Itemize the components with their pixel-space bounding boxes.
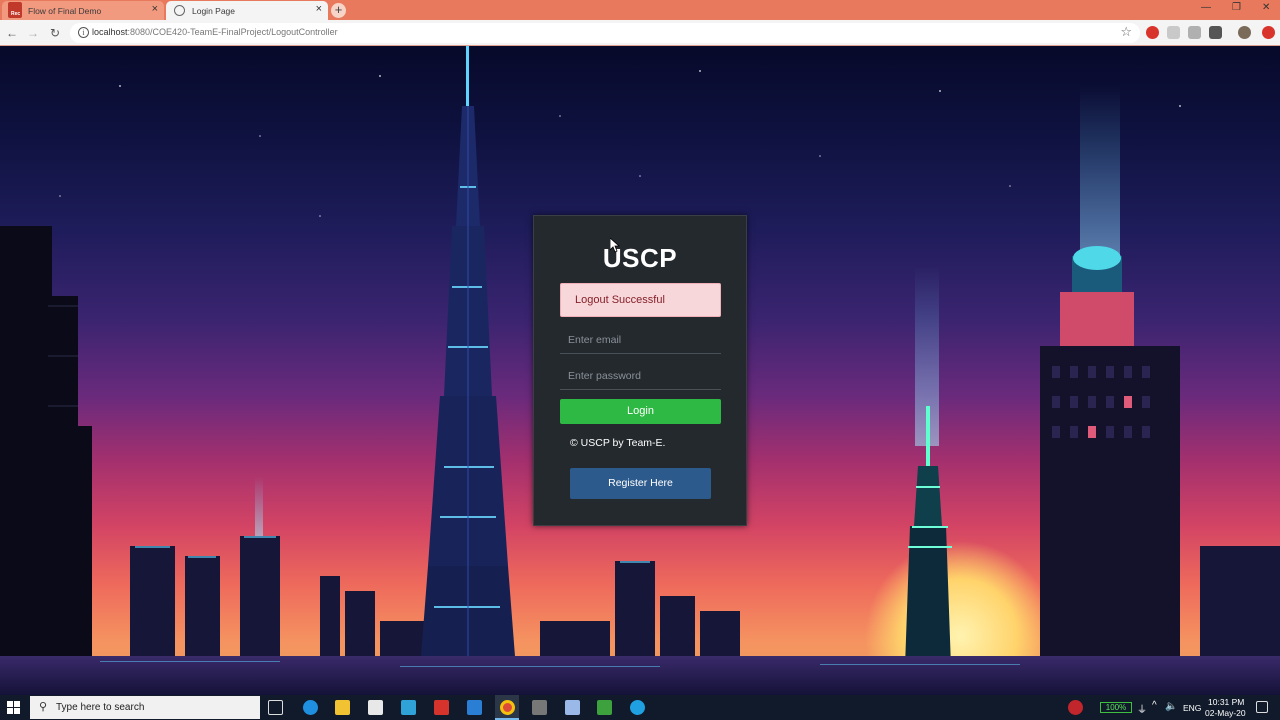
copyright-text: © USCP by Team-E.: [570, 437, 666, 449]
tab-label: Flow of Final Demo: [28, 5, 102, 16]
volume-icon[interactable]: 🔈: [1165, 701, 1177, 712]
windows-start-icon[interactable]: [7, 701, 20, 714]
maximize-icon[interactable]: ❐: [1232, 2, 1241, 13]
taskbar-search-placeholder: Type here to search: [56, 702, 145, 713]
adblock-icon[interactable]: [1146, 26, 1159, 39]
notification-icon[interactable]: [1256, 701, 1268, 713]
password-input[interactable]: [560, 362, 721, 389]
clock-date[interactable]: 02-May-20: [1205, 708, 1246, 718]
notepad-icon[interactable]: [597, 700, 612, 715]
app-title: USCP: [602, 243, 678, 273]
info-icon[interactable]: i: [78, 27, 89, 38]
forward-icon[interactable]: →: [25, 25, 41, 41]
close-window-icon[interactable]: ✕: [1262, 2, 1270, 13]
clock-time[interactable]: 10:31 PM: [1208, 697, 1244, 707]
power-icon[interactable]: ⏚: [1137, 701, 1147, 716]
url-text: localhost:8080/COE420-TeamE-FinalProject…: [92, 27, 338, 37]
back-icon[interactable]: ←: [4, 25, 20, 41]
close-tab-icon[interactable]: ×: [152, 3, 158, 15]
avatar[interactable]: [1238, 26, 1251, 39]
search-icon: ⚲: [39, 701, 48, 713]
shield-icon[interactable]: [1188, 26, 1201, 39]
edge-icon[interactable]: [303, 700, 318, 715]
taskbar: ⚲ Type here to search 100% ⏚ ^ 🔈 ENG 10:…: [0, 695, 1280, 720]
url-host: localhost: [92, 27, 128, 37]
lync-icon[interactable]: [401, 700, 416, 715]
tab-flow-of-final-demo[interactable]: Flow of Final Demo ×: [2, 1, 164, 20]
file-explorer-icon[interactable]: [335, 700, 350, 715]
terminal-icon[interactable]: [532, 700, 547, 715]
register-button[interactable]: Register Here: [570, 468, 711, 499]
task-view-icon[interactable]: [268, 700, 283, 715]
globe-icon: [174, 5, 185, 16]
close-tab-icon[interactable]: ×: [316, 3, 322, 15]
virtualbox-icon[interactable]: [565, 700, 580, 715]
url-path: :8080/COE420-TeamE-FinalProject/LogoutCo…: [127, 27, 338, 37]
reload-icon[interactable]: ↻: [47, 25, 63, 41]
login-button[interactable]: Login: [560, 399, 721, 424]
browser-toolbar: ← → ↻ i localhost:8080/COE420-TeamE-Fina…: [0, 20, 1280, 46]
chrome-taskbar-item[interactable]: [495, 695, 519, 720]
tab-label: Login Page: [192, 5, 236, 16]
language-indicator[interactable]: ENG: [1183, 703, 1201, 713]
password-field: [560, 362, 721, 390]
recorder-icon[interactable]: [434, 700, 449, 715]
email-input[interactable]: [560, 326, 721, 353]
email-field: [560, 326, 721, 354]
taskbar-search[interactable]: ⚲ Type here to search: [30, 696, 260, 719]
opera-icon[interactable]: [1262, 26, 1275, 39]
new-tab-icon[interactable]: +: [331, 3, 346, 18]
browser-tabstrip: Flow of Final Demo × Rec Login Page × + …: [0, 0, 1280, 20]
chevron-up-icon[interactable]: ^: [1152, 700, 1157, 711]
minimize-icon[interactable]: —: [1201, 2, 1211, 13]
mouse-cursor-icon: [610, 238, 620, 253]
skype-icon[interactable]: [630, 700, 645, 715]
tab-login-page[interactable]: Login Page ×: [166, 1, 328, 20]
camera-icon[interactable]: [1167, 26, 1180, 39]
mail-icon[interactable]: [467, 700, 482, 715]
login-card: USCP Logout Successful Login © USCP by T…: [533, 215, 747, 526]
address-bar[interactable]: i localhost:8080/COE420-TeamE-FinalProje…: [70, 23, 1140, 43]
page-background: USCP Logout Successful Login © USCP by T…: [0, 46, 1280, 695]
battery-indicator[interactable]: 100%: [1100, 702, 1132, 713]
chrome-icon: [500, 700, 515, 715]
star-icon[interactable]: ☆: [1120, 24, 1132, 40]
store-icon[interactable]: [368, 700, 383, 715]
antivirus-tray-icon[interactable]: [1068, 700, 1083, 715]
recording-badge: Rec: [11, 11, 21, 17]
logout-success-alert: Logout Successful: [560, 283, 721, 317]
extension-icon[interactable]: [1209, 26, 1222, 39]
